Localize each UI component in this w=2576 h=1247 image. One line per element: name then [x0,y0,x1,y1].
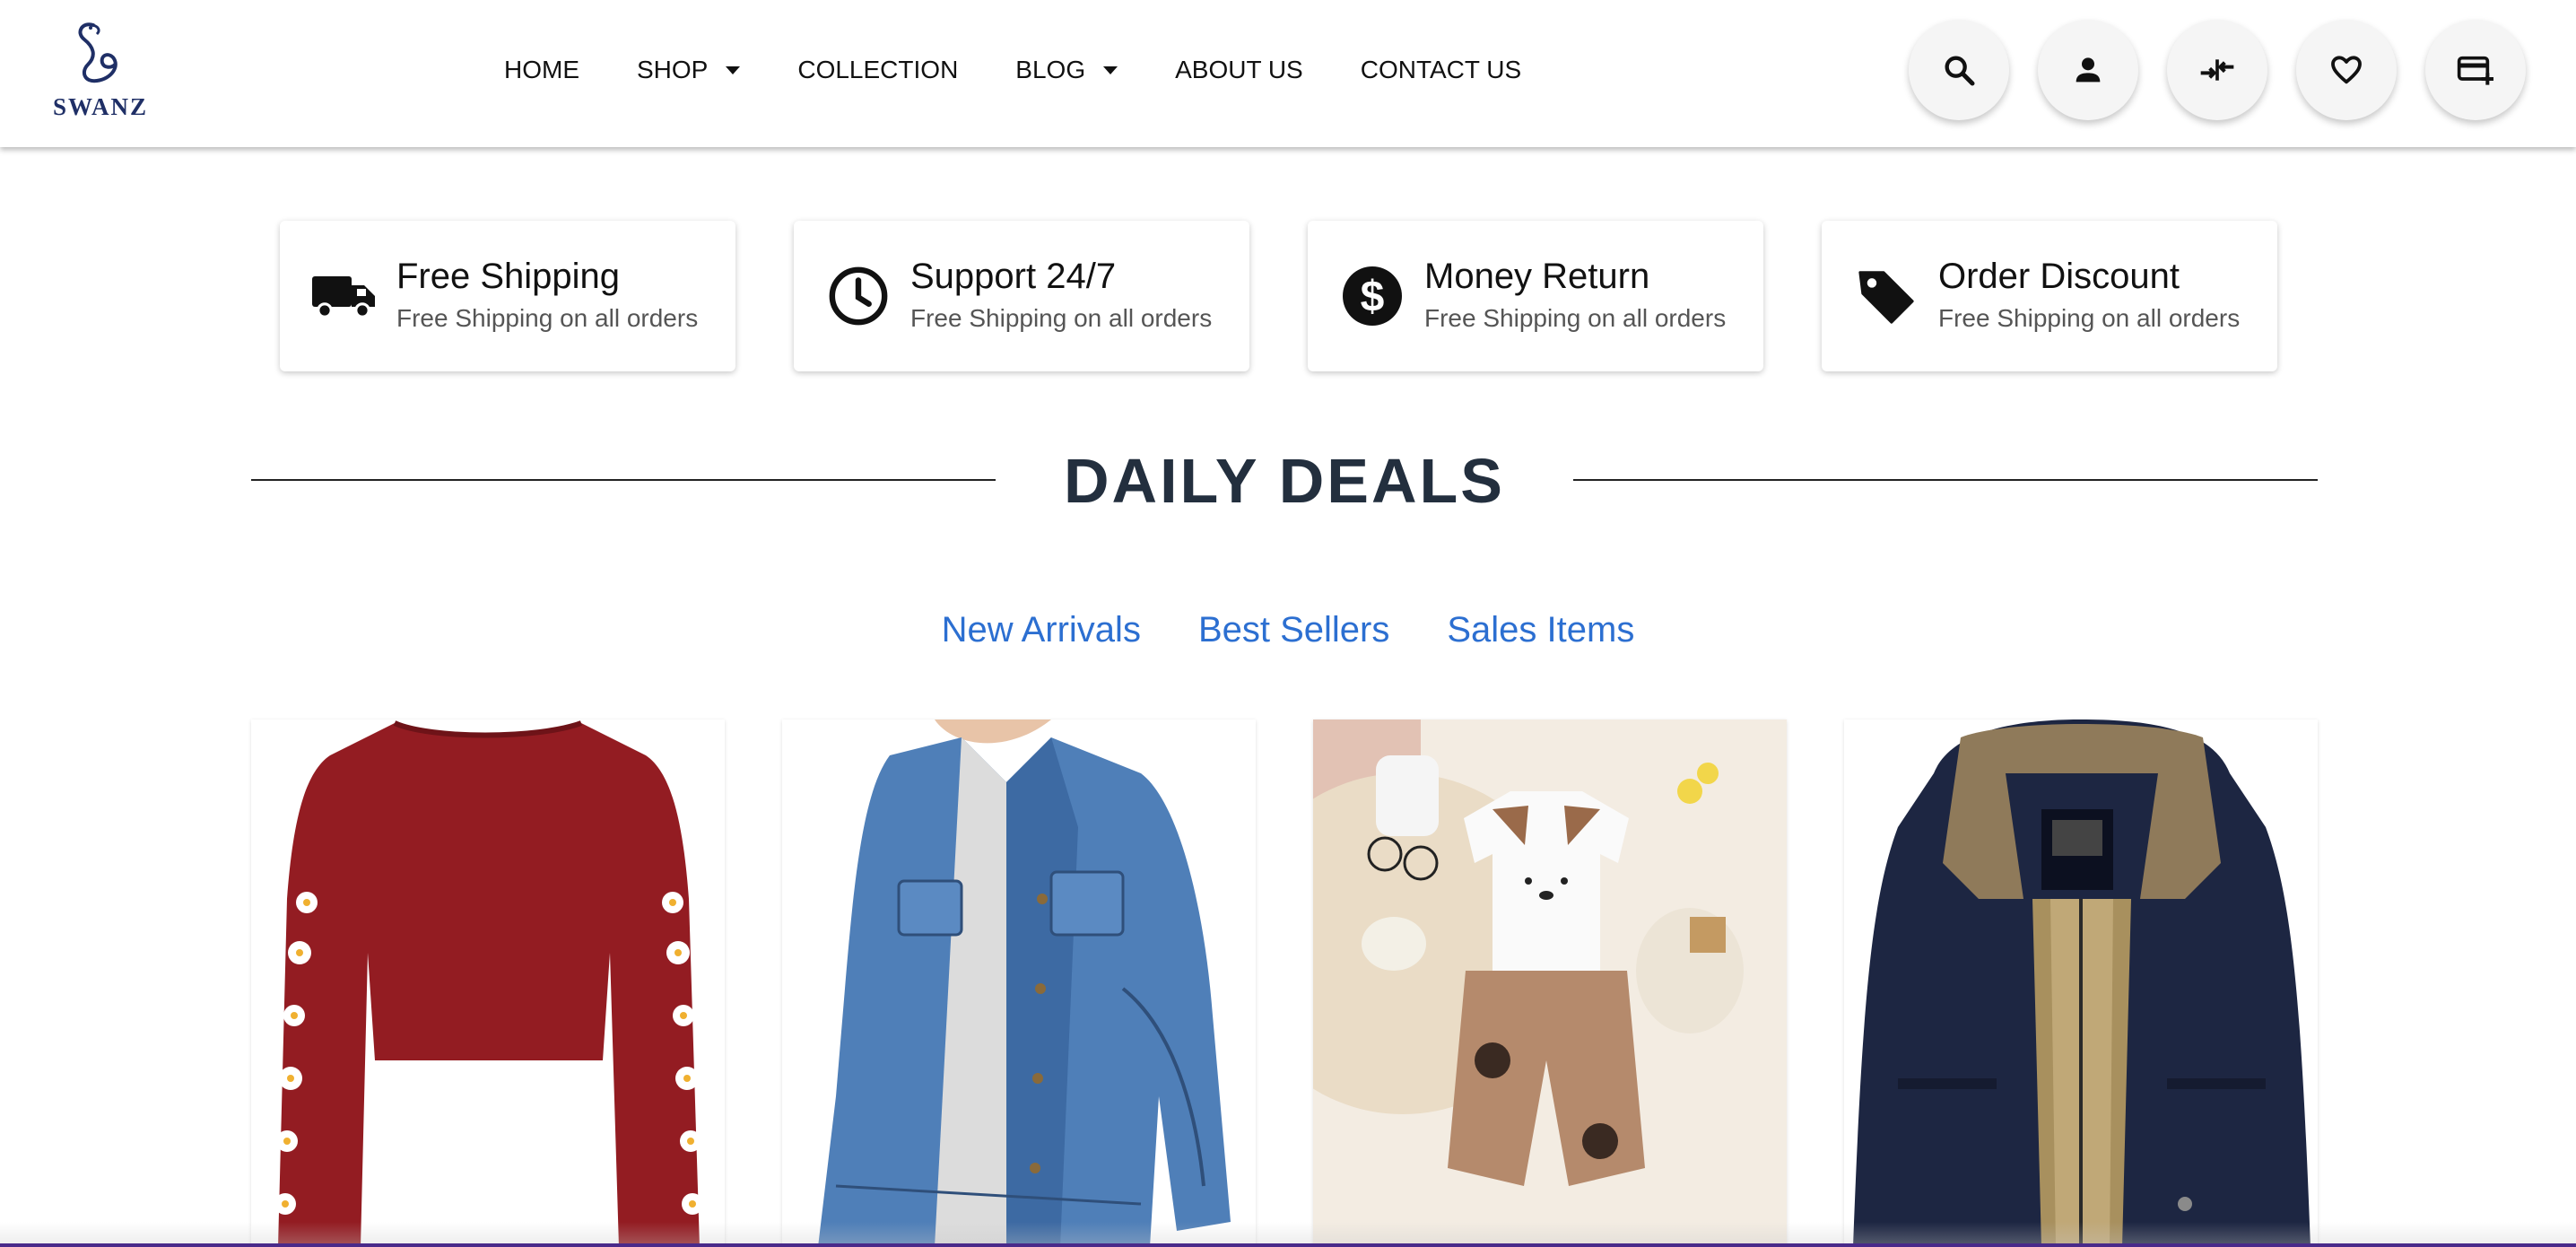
product-card[interactable] [1313,719,1787,1247]
feature-subtitle: Free Shipping on all orders [910,304,1213,332]
search-button[interactable] [1909,20,2009,120]
product-card[interactable] [251,719,725,1247]
feature-title: Money Return [1424,257,1650,296]
swan-logo-icon [78,22,117,83]
feature-subtitle: Free Shipping on all orders [396,304,699,332]
features-row: Free Shipping Free Shipping on all order… [280,221,2277,371]
product-card[interactable] [782,719,1256,1247]
nav-about-us[interactable]: ABOUT US [1175,56,1303,84]
heart-icon [2331,56,2362,84]
nav-contact-us[interactable]: CONTACT US [1361,56,1521,84]
feature-subtitle: Free Shipping on all orders [1938,304,2241,332]
tab-sales-items[interactable]: Sales Items [1447,610,1634,650]
clock-icon [824,262,892,330]
feature-subtitle: Free Shipping on all orders [1424,304,1727,332]
feature-card: Order Discount Free Shipping on all orde… [1822,221,2277,371]
user-icon [2076,57,2101,83]
nav-label: COLLECTION [797,56,959,83]
nav-label: CONTACT US [1360,56,1522,83]
kids-tshirt-shorts-set-image [1313,719,1787,1247]
tab-new-arrivals[interactable]: New Arrivals [942,610,1141,650]
feature-card: Support 24/7 Free Shipping on all orders [794,221,1249,371]
section-title: DAILY DEALS [1064,446,1505,516]
denim-jacket-image [782,719,1256,1247]
truck-icon [310,262,379,330]
nav-shop[interactable]: SHOP [637,56,741,84]
compare-button[interactable] [2167,20,2267,120]
product-grid [251,719,2318,1247]
compare-icon [2200,59,2234,81]
divider-line [1573,479,2318,481]
dollar-icon: $ [1338,262,1406,330]
nav-blog[interactable]: BLOG [1015,56,1118,84]
nav-home[interactable]: HOME [504,56,579,84]
red-cropped-sweatshirt-image [251,719,725,1247]
feature-title: Free Shipping [396,257,621,296]
window-edge [0,1243,2576,1247]
nav-label: BLOG [1015,56,1086,83]
site-header: SWANZ HOME SHOP COLLECTION BLOG ABOUT US… [0,0,2576,147]
navy-fur-lined-parka-image [1844,719,2318,1247]
card-add-icon [2457,56,2493,85]
search-icon [1945,56,1975,86]
main-nav: HOME SHOP COLLECTION BLOG ABOUT US CONTA… [504,52,1579,88]
feature-title: Support 24/7 [910,257,1117,296]
product-card[interactable] [1844,719,2318,1247]
deal-tabs: New Arrivals Best Sellers Sales Items [0,610,2576,650]
nav-label: HOME [504,56,579,83]
feature-card: Free Shipping Free Shipping on all order… [280,221,735,371]
caret-down-icon [1103,65,1118,74]
wishlist-button[interactable] [2296,20,2397,120]
feature-card: $ Money Return Free Shipping on all orde… [1308,221,1763,371]
account-button[interactable] [2038,20,2138,120]
tab-best-sellers[interactable]: Best Sellers [1198,610,1389,650]
nav-label: ABOUT US [1175,56,1303,83]
cart-button[interactable] [2425,20,2526,120]
brand-name: SWANZ [52,93,149,120]
nav-collection[interactable]: COLLECTION [797,56,958,84]
caret-down-icon [726,65,741,74]
feature-title: Order Discount [1938,257,2180,296]
nav-label: SHOP [637,56,709,83]
svg-text:$: $ [1361,274,1385,321]
header-actions [1880,20,2526,120]
brand-logo[interactable]: SWANZ [39,20,161,120]
tag-icon [1852,262,1920,330]
daily-deals-header: DAILY DEALS [251,441,2318,517]
